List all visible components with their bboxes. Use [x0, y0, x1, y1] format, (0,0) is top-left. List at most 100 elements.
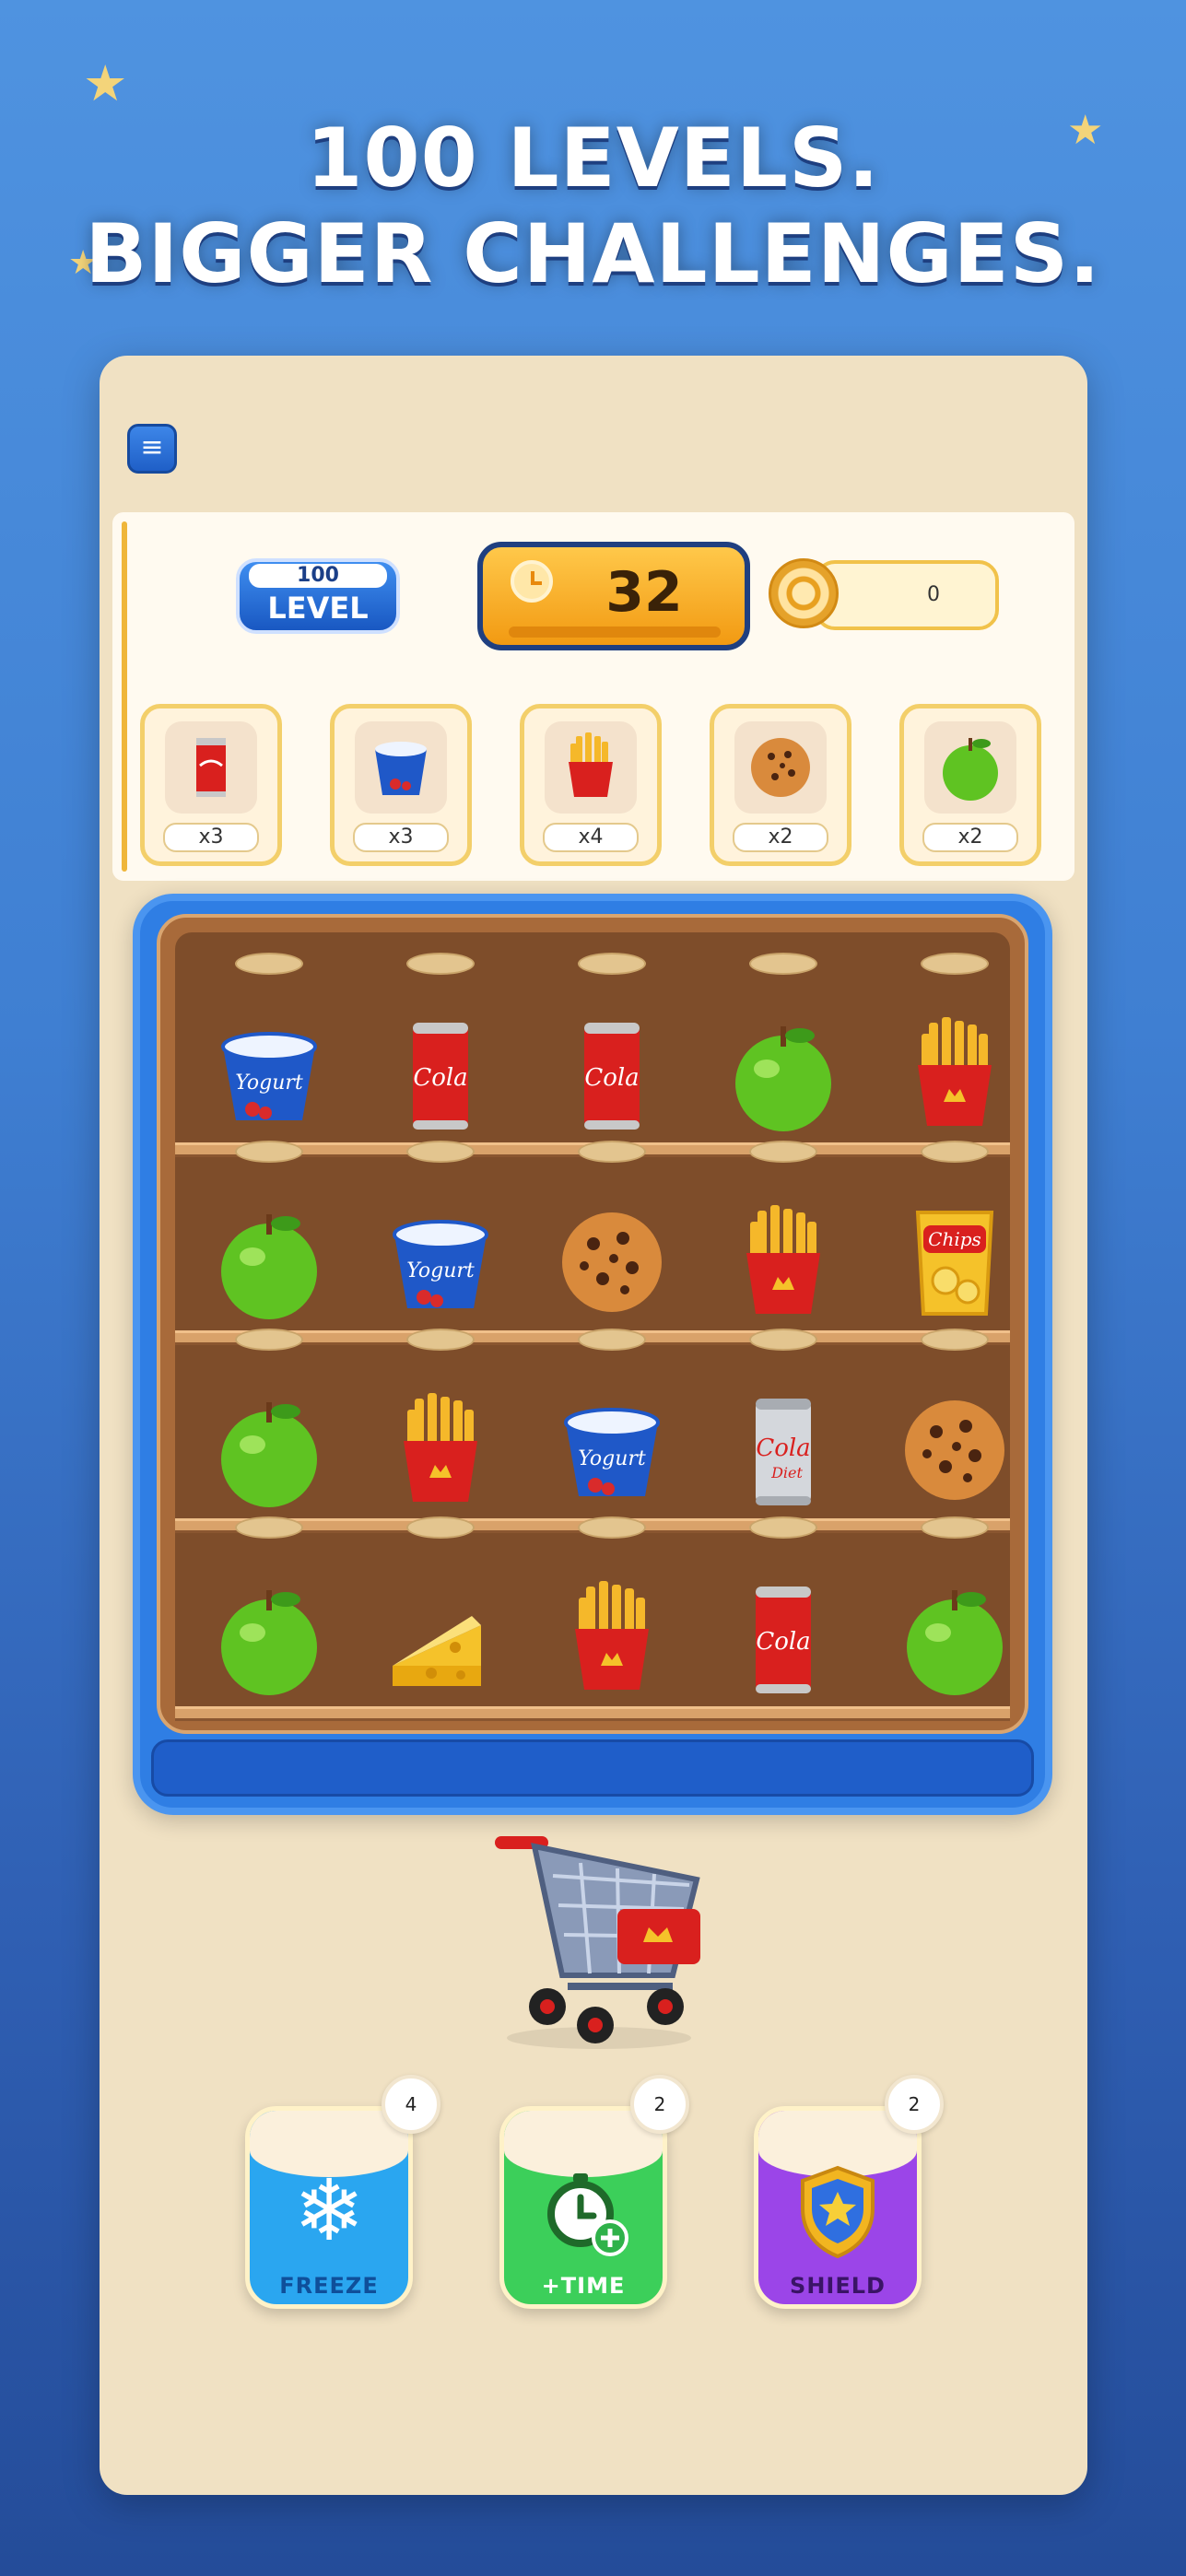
cookie-item[interactable]: [890, 1386, 1019, 1515]
svg-text:Yogurt: Yogurt: [235, 1071, 303, 1095]
shelf-slot: [749, 1141, 817, 1163]
star-icon: ★: [83, 54, 128, 112]
green-apple-item[interactable]: [205, 1198, 334, 1327]
shelf-slot: [406, 953, 475, 975]
headline-line-1: 100 LEVELS.: [306, 111, 880, 205]
goal-slot-yogurt: x3: [330, 704, 472, 866]
shelf-slot: [235, 953, 303, 975]
booster-count-badge: 4: [382, 2075, 440, 2134]
svg-text:Chips: Chips: [928, 1228, 981, 1250]
yogurt-item[interactable]: Yogurt: [205, 1010, 334, 1139]
green-apple-item[interactable]: [719, 1010, 848, 1139]
shelf-plank: [175, 1706, 1010, 1721]
level-label: LEVEL: [267, 591, 369, 626]
yogurt-item[interactable]: Yogurt: [376, 1198, 505, 1327]
booster-label: SHIELD: [790, 2273, 886, 2299]
add-time-booster-button[interactable]: +TIME: [499, 2106, 667, 2309]
green-apple-item[interactable]: [205, 1574, 334, 1703]
headline-line-2: BIGGER CHALLENGES.: [85, 206, 1101, 301]
timer: 32: [477, 542, 750, 650]
goal-slot-cola: x3: [140, 704, 282, 866]
cookie-item[interactable]: [547, 1198, 676, 1327]
goal-count: x4: [543, 823, 639, 852]
diet-cola-can-item[interactable]: Cola Diet: [719, 1386, 848, 1515]
goal-count: x3: [163, 823, 259, 852]
shelf-slot: [921, 1329, 989, 1351]
snowflake-icon: ❄: [293, 2161, 365, 2260]
svg-text:Yogurt: Yogurt: [578, 1447, 646, 1470]
shelf-slot: [749, 1516, 817, 1539]
level-badge: 100 LEVEL: [236, 558, 400, 634]
shelf-frame: Yogurt Cola Cola Yogurt Chips Yogurt Cola Diet C…: [157, 914, 1028, 1734]
shelf-slot: [749, 1329, 817, 1351]
goal-slot-fries: x4: [520, 704, 662, 866]
svg-text:Cola: Cola: [584, 1064, 639, 1092]
fries-item[interactable]: [719, 1198, 848, 1327]
goal-count: x2: [733, 823, 828, 852]
clock-icon: [511, 560, 553, 603]
shelf-slot: [578, 1329, 646, 1351]
goal-count: x3: [353, 823, 449, 852]
coin-icon: [769, 558, 839, 628]
booster-label: FREEZE: [279, 2273, 379, 2299]
shelf-slot: [406, 1329, 475, 1351]
hud-accent-stripe: [122, 521, 127, 872]
booster-count-badge: 2: [630, 2075, 689, 2134]
shelf-slot: [235, 1329, 303, 1351]
green-apple-item[interactable]: [890, 1574, 1019, 1703]
shelf-board: Yogurt Cola Cola Yogurt Chips Yogurt Cola Diet C…: [133, 894, 1052, 1815]
booster-count-badge: 2: [885, 2075, 944, 2134]
cola-can-item[interactable]: Cola: [376, 1010, 505, 1139]
svg-text:Yogurt: Yogurt: [406, 1259, 475, 1282]
shelf-slot: [921, 953, 989, 975]
chips-item[interactable]: Chips: [890, 1198, 1019, 1327]
menu-button[interactable]: ≡: [127, 424, 177, 474]
coin-value: 0: [927, 583, 940, 606]
stopwatch-plus-icon: [504, 2160, 663, 2284]
svg-text:Cola: Cola: [413, 1064, 467, 1092]
shelf-slot: [921, 1516, 989, 1539]
cola-can-icon: [165, 721, 257, 814]
cola-can-item[interactable]: Cola: [719, 1574, 848, 1703]
shelf-slot: [406, 1141, 475, 1163]
shopping-cart-icon: [479, 1821, 719, 2051]
shield-star-icon: [758, 2160, 917, 2284]
svg-text:Cola: Cola: [756, 1434, 810, 1462]
timer-value: 32: [605, 560, 683, 625]
game-screen: ≡ 100 LEVEL 32 0 x3 x3 x4 x2 x2 Yogurt C…: [100, 356, 1087, 2495]
shelf-slot: [235, 1516, 303, 1539]
yogurt-item[interactable]: Yogurt: [547, 1386, 676, 1515]
coin-counter: 0: [815, 560, 999, 630]
goal-slot-cookie: x2: [710, 704, 851, 866]
shelf-slot: [578, 953, 646, 975]
fries-item[interactable]: [376, 1386, 505, 1515]
goal-slot-apple: x2: [899, 704, 1041, 866]
svg-text:Cola: Cola: [756, 1628, 810, 1656]
green-apple-item[interactable]: [205, 1386, 334, 1515]
fries-item[interactable]: [890, 1010, 1019, 1139]
freeze-booster-button[interactable]: ❄ FREEZE: [245, 2106, 413, 2309]
hud-panel: 100 LEVEL 32 0 x3 x3 x4 x2 x2: [112, 512, 1074, 881]
headline: 100 LEVELS. BIGGER CHALLENGES.: [0, 111, 1186, 302]
shield-booster-button[interactable]: SHIELD: [754, 2106, 922, 2309]
shelf-slot: [921, 1141, 989, 1163]
green-apple-icon: [924, 721, 1016, 814]
shelf-interior: Yogurt Cola Cola Yogurt Chips Yogurt Cola Diet C…: [175, 932, 1010, 1721]
cola-can-item[interactable]: Cola: [547, 1010, 676, 1139]
hamburger-icon: ≡: [140, 431, 164, 463]
level-number: 100: [249, 564, 387, 588]
cookie-icon: [734, 721, 827, 814]
cheese-item[interactable]: [376, 1574, 505, 1703]
goal-count: x2: [922, 823, 1018, 852]
yogurt-icon: [355, 721, 447, 814]
shelf-slot: [749, 953, 817, 975]
shelf-slot: [406, 1516, 475, 1539]
shelf-slot: [578, 1141, 646, 1163]
svg-text:Diet: Diet: [770, 1464, 803, 1481]
fries-icon: [545, 721, 637, 814]
shelf-base: [151, 1739, 1034, 1797]
timer-progress-bar: [509, 626, 721, 638]
booster-label: +TIME: [541, 2273, 626, 2299]
fries-item[interactable]: [547, 1574, 676, 1703]
shelf-slot: [235, 1141, 303, 1163]
